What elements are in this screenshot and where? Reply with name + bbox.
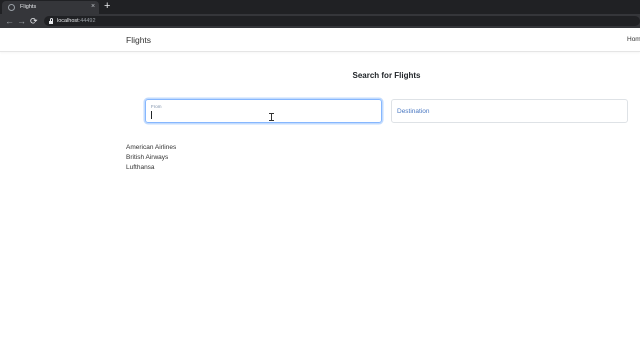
reload-icon[interactable]: ⟳ bbox=[30, 15, 38, 27]
forward-icon[interactable]: → bbox=[17, 15, 26, 27]
browser-toolbar: ← → ⟳ localhost:44492 bbox=[0, 14, 640, 28]
tab-title: Flights bbox=[20, 4, 37, 10]
destination-placeholder: Destination bbox=[397, 108, 430, 115]
back-icon[interactable]: ← bbox=[5, 15, 14, 27]
from-label: From bbox=[151, 104, 162, 109]
url-host: localhost bbox=[57, 18, 79, 24]
browser-tab-bar: Flights × + bbox=[0, 0, 640, 14]
destination-input[interactable]: Destination bbox=[391, 99, 628, 123]
airline-list: American Airlines British Airways Luftha… bbox=[126, 143, 176, 172]
address-bar[interactable]: localhost:44492 bbox=[44, 16, 640, 26]
url-text: localhost:44492 bbox=[57, 17, 96, 25]
text-caret bbox=[151, 111, 152, 119]
airline-item[interactable]: Lufthansa bbox=[126, 163, 176, 173]
page-title: Search for Flights bbox=[352, 71, 421, 80]
browser-tab[interactable]: Flights × bbox=[2, 1, 99, 14]
navbar-brand[interactable]: Flights bbox=[126, 34, 151, 46]
from-input[interactable]: From bbox=[145, 99, 382, 123]
airline-item[interactable]: American Airlines bbox=[126, 143, 176, 153]
new-tab-button[interactable]: + bbox=[104, 0, 110, 13]
url-port: :44492 bbox=[78, 18, 96, 24]
globe-icon bbox=[8, 4, 15, 11]
nav-link-home[interactable]: Hom bbox=[627, 35, 640, 45]
airline-item[interactable]: British Airways bbox=[126, 153, 176, 163]
app-navbar: Flights Hom bbox=[0, 28, 640, 52]
text-cursor-icon bbox=[269, 113, 274, 121]
close-icon[interactable]: × bbox=[91, 2, 95, 12]
lock-icon[interactable] bbox=[49, 18, 53, 24]
